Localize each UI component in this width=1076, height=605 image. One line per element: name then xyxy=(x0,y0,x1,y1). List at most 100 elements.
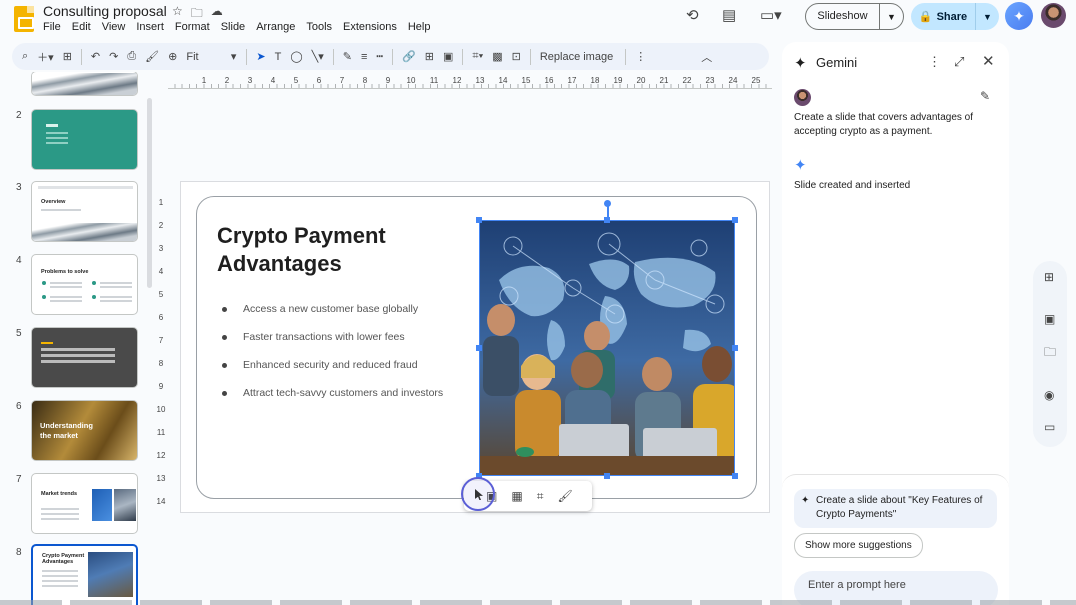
menu-arrange[interactable]: Arrange xyxy=(256,21,295,33)
bullet-item[interactable]: Attract tech-savvy customers and investo… xyxy=(222,387,443,415)
menu-help[interactable]: Help xyxy=(408,21,431,33)
avatar[interactable] xyxy=(1041,3,1066,28)
version-history-icon[interactable]: ⟲ xyxy=(686,6,699,24)
slide-canvas[interactable]: Crypto Payment Advantages Access a new c… xyxy=(180,181,770,513)
menu-view[interactable]: View xyxy=(102,21,126,33)
redo-icon[interactable]: ↷ xyxy=(109,50,118,63)
search-menus-icon[interactable]: ⌕ xyxy=(22,50,28,63)
slide-title[interactable]: Crypto Payment Advantages xyxy=(217,222,457,278)
line-icon[interactable]: ╲▾ xyxy=(312,50,324,63)
add-comment-icon[interactable]: ⊞ xyxy=(425,50,434,63)
gemini-sparkle-icon: ✦ xyxy=(794,157,807,174)
folder-icon[interactable]: 🗀 xyxy=(1044,343,1056,364)
ruler-tick: 11 xyxy=(429,76,439,85)
resize-handle[interactable] xyxy=(476,217,482,223)
menu-slide[interactable]: Slide xyxy=(221,21,245,33)
menu-insert[interactable]: Insert xyxy=(136,21,164,33)
close-icon[interactable]: ✕ xyxy=(982,52,995,70)
video-icon[interactable]: ▭ xyxy=(1044,420,1055,434)
print-icon[interactable]: ⎙ xyxy=(127,50,136,63)
ruler-tick: 1 xyxy=(201,76,207,85)
more-options-icon[interactable]: ⋮ xyxy=(928,54,941,70)
slide-thumbnail-2[interactable] xyxy=(31,109,138,170)
resize-handle[interactable] xyxy=(604,473,610,479)
filmstrip-scrollbar[interactable] xyxy=(147,98,152,288)
new-slide-layout-icon[interactable]: ⊞ xyxy=(63,50,72,63)
ruler-tick: 16 xyxy=(544,76,554,85)
thumbnail-lines xyxy=(100,296,132,298)
slide-number: 3 xyxy=(16,182,22,193)
slideshow-label[interactable]: Slideshow xyxy=(806,4,880,29)
share-main[interactable]: 🔒 Share xyxy=(911,3,976,30)
mask-image-icon[interactable]: ▩ xyxy=(492,50,502,63)
reset-image-icon[interactable]: ⊡ xyxy=(512,50,521,63)
slideshow-button[interactable]: Slideshow ▼ xyxy=(805,3,904,30)
slide-thumbnail-1[interactable] xyxy=(31,72,138,96)
resize-handle[interactable] xyxy=(732,473,738,479)
bullet-item[interactable]: Enhanced security and reduced fraud xyxy=(222,359,443,387)
slide-thumbnail-3[interactable]: Overview xyxy=(31,181,138,242)
ruler-tick: 9 xyxy=(385,76,391,85)
menu-extensions[interactable]: Extensions xyxy=(343,21,397,33)
keep-notes-icon[interactable]: ▣ xyxy=(1044,312,1055,326)
link-icon[interactable]: 🔗 xyxy=(402,50,416,63)
thumbnail-lines xyxy=(42,570,78,572)
undo-icon[interactable]: ↶ xyxy=(91,50,100,63)
replace-image-button[interactable]: Replace image xyxy=(540,51,613,63)
thumbnail-lines xyxy=(100,282,132,284)
add-image-icon[interactable]: ⊞ xyxy=(1044,270,1054,284)
bullet-list[interactable]: Access a new customer base globally Fast… xyxy=(222,303,443,415)
ruler-tick: 8 xyxy=(158,359,164,368)
collapse-toolbar-icon[interactable]: ︿ xyxy=(701,49,712,65)
thumbnail-bar xyxy=(38,186,133,189)
slides-logo-icon[interactable] xyxy=(14,6,34,32)
menu-file[interactable]: File xyxy=(43,21,61,33)
paint-format-icon[interactable]: 🖌 xyxy=(557,489,572,503)
thumbnail-lines xyxy=(50,296,82,298)
comments-icon[interactable]: ▤ xyxy=(722,6,736,24)
alt-text-icon[interactable]: ▣ xyxy=(443,50,453,63)
more-options-icon[interactable]: ⋮ xyxy=(635,50,646,63)
border-color-icon[interactable]: ✎ xyxy=(343,50,352,63)
border-weight-icon[interactable]: ≡ xyxy=(361,51,367,63)
slide-thumbnail-8[interactable]: Crypto Payment Advantages xyxy=(31,544,138,605)
chevron-down-icon[interactable]: ▼ xyxy=(880,12,903,22)
slide-thumbnail-7[interactable]: Market trends xyxy=(31,473,138,534)
zoom-select[interactable]: Fit ▾ xyxy=(186,50,236,64)
slide-thumbnail-5[interactable] xyxy=(31,327,138,388)
share-button[interactable]: 🔒 Share ▼ xyxy=(911,3,999,30)
record-icon[interactable]: ◉ xyxy=(1044,388,1054,402)
zoom-icon[interactable]: ⊕ xyxy=(168,50,177,63)
divider xyxy=(332,48,334,65)
menu-edit[interactable]: Edit xyxy=(72,21,91,33)
bullet-item[interactable]: Faster transactions with lower fees xyxy=(222,331,443,359)
document-title[interactable]: Consulting proposal xyxy=(43,3,167,19)
gemini-sparkle-icon[interactable]: ✦ xyxy=(1005,2,1033,30)
resize-handle[interactable] xyxy=(476,345,482,351)
ruler-tick: 12 xyxy=(452,76,462,85)
bullet-item[interactable]: Access a new customer base globally xyxy=(222,303,443,331)
new-slide-icon[interactable]: ＋▾ xyxy=(37,49,54,65)
chevron-down-icon[interactable]: ▼ xyxy=(976,12,999,22)
resize-handle[interactable] xyxy=(732,345,738,351)
menu-tools[interactable]: Tools xyxy=(306,21,332,33)
image-selection-box[interactable] xyxy=(479,220,735,476)
shape-icon[interactable]: ◯ xyxy=(290,50,302,63)
show-more-suggestions-button[interactable]: Show more suggestions xyxy=(794,533,923,558)
meet-icon[interactable]: ▭▾ xyxy=(760,6,782,24)
rotate-handle[interactable] xyxy=(604,200,611,207)
paint-format-icon[interactable]: 🖌 xyxy=(145,50,159,63)
suggestion-chip[interactable]: ✦ Create a slide about "Key Features of … xyxy=(794,489,997,528)
resize-handle[interactable] xyxy=(732,217,738,223)
edit-prompt-icon[interactable]: ✎ xyxy=(980,89,990,103)
text-box-icon[interactable]: T xyxy=(275,51,282,63)
slide-thumbnail-4[interactable]: Problems to solve xyxy=(31,254,138,315)
slide-thumbnail-6[interactable]: Understanding the market xyxy=(31,400,138,461)
expand-panel-icon[interactable]: ⤢ xyxy=(954,54,964,70)
border-dash-icon[interactable]: ┅ xyxy=(376,50,383,63)
crop-icon[interactable]: ⌗▾ xyxy=(472,50,483,63)
menu-format[interactable]: Format xyxy=(175,21,210,33)
replace-image-icon[interactable]: ▦ xyxy=(511,489,522,503)
crop-icon[interactable]: ⌗ xyxy=(537,489,544,504)
select-cursor-icon[interactable]: ➤ xyxy=(256,50,265,63)
